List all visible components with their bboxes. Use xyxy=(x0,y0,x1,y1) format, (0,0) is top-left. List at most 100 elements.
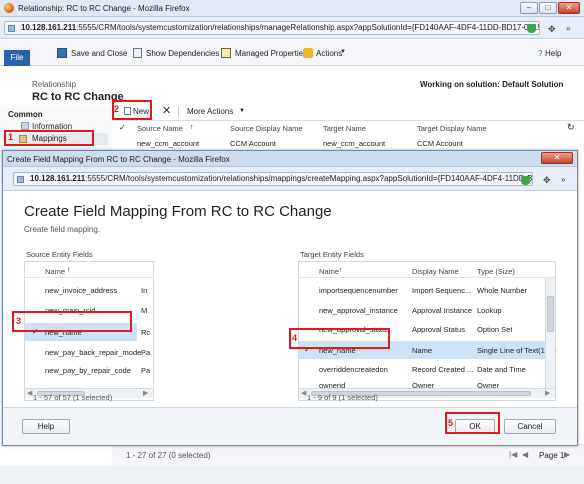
show-dependencies-button[interactable]: Show Dependencies xyxy=(146,49,219,58)
outer-url-path: :5555/CRM/tools/systemcustomization/rela… xyxy=(76,23,540,32)
menu-arrow-icon[interactable]: » xyxy=(566,24,570,33)
col-source-name[interactable]: Source Name xyxy=(137,124,183,133)
save-close-button[interactable]: Save and Close xyxy=(71,49,127,58)
source-header-divider xyxy=(25,277,153,278)
outer-grid-status: 1 - 27 of 27 (0 selected) xyxy=(126,451,211,460)
list-item[interactable]: overriddencreatedon xyxy=(319,365,388,374)
select-all-check-icon[interactable]: ✓ xyxy=(119,123,126,132)
source-status: 1 - 57 of 57 (1 selected) xyxy=(33,393,113,402)
target-col-display[interactable]: Display Name xyxy=(412,267,459,276)
list-item-display: Record Created ... xyxy=(412,365,474,374)
dialog-subheading: Create field mapping. xyxy=(24,225,101,234)
list-item-type: Option Set xyxy=(477,325,513,334)
minimize-button[interactable]: – xyxy=(520,2,538,14)
dialog-page-icon xyxy=(17,176,24,183)
delete-icon[interactable]: ✕ xyxy=(162,104,171,117)
grid-toolbar: New ✕ More Actions ▼ xyxy=(112,103,584,120)
list-item-extra: Pa xyxy=(141,366,151,375)
toolbar-divider xyxy=(178,106,179,117)
more-actions-menu[interactable]: More Actions xyxy=(187,107,233,116)
maximize-button[interactable]: □ xyxy=(539,2,557,14)
source-panel-title: Source Entity Fields xyxy=(26,250,93,259)
list-item[interactable]: new_approval_instance xyxy=(319,306,398,315)
target-vscroll[interactable] xyxy=(545,278,555,388)
page-icon xyxy=(8,25,15,32)
help-menu[interactable]: Help xyxy=(545,49,561,58)
managed-props-icon xyxy=(221,48,231,58)
help-button[interactable]: Help xyxy=(22,419,70,434)
addon-icon[interactable]: ✥ xyxy=(548,24,556,35)
dialog-heading: Create Field Mapping From RC to RC Chang… xyxy=(24,203,332,220)
solution-label: Working on solution: Default Solution xyxy=(420,80,564,89)
dialog-close-button[interactable]: ✕ xyxy=(541,152,573,164)
outer-bottom-strip xyxy=(0,466,584,484)
prev-page-icon[interactable]: ◀ xyxy=(522,450,528,459)
list-item[interactable]: new_invoice_address xyxy=(45,286,117,295)
outer-url-bar[interactable]: 10.128.161.211:5555/CRM/tools/systemcust… xyxy=(4,21,540,35)
actions-chevron-icon: ▼ xyxy=(340,49,346,55)
source-col-name[interactable]: Name xyxy=(45,267,65,276)
dialog-url-bar[interactable]: 10.128.161.211:5555/CRM/tools/systemcust… xyxy=(13,172,533,186)
outer-title-bar: Relationship: RC to RC Change - Mozilla … xyxy=(0,0,584,17)
dependencies-icon xyxy=(133,48,142,58)
first-page-icon[interactable]: |◀ xyxy=(509,450,517,459)
managed-properties-button[interactable]: Managed Properties xyxy=(235,49,307,58)
scroll-right-icon[interactable]: ▶ xyxy=(143,389,148,397)
list-item-type: Whole Number xyxy=(477,286,528,295)
entity-title: RC to RC Change xyxy=(32,91,124,103)
dialog-addon-icon[interactable]: ✥ xyxy=(543,175,551,186)
target-col-name[interactable]: Name xyxy=(319,267,339,276)
target-sort-up-icon: ↑ xyxy=(339,267,343,274)
list-item[interactable]: new_pay_back_repair_mode xyxy=(45,348,141,357)
list-item-type: Date and Time xyxy=(477,365,526,374)
col-source-display[interactable]: Source Display Name xyxy=(230,124,303,133)
page-label: Page 1 xyxy=(539,451,565,460)
firefox-icon xyxy=(4,3,14,13)
list-item-display: Owner xyxy=(412,381,435,388)
list-item[interactable]: new_pay_by_repair_code xyxy=(45,366,131,375)
close-button[interactable]: ✕ xyxy=(558,2,580,14)
shield-icon xyxy=(527,24,536,33)
dialog-menu-arrow-icon[interactable]: » xyxy=(561,175,565,184)
dialog-url-host: 10.128.161.211 xyxy=(30,174,86,183)
list-item-display: Approval Status xyxy=(412,325,465,334)
annotation-step-2: 2 xyxy=(114,104,120,114)
list-item-display: Approval Instance xyxy=(412,306,473,315)
target-header-divider xyxy=(299,277,555,278)
actions-menu[interactable]: Actions xyxy=(316,49,342,58)
list-item-type: Owner xyxy=(477,381,500,388)
annotation-box-ok xyxy=(445,412,500,434)
list-item-extra: Pa xyxy=(141,348,151,357)
target-col-type[interactable]: Type (Size) xyxy=(477,267,515,276)
target-scroll-left-icon[interactable]: ◀ xyxy=(301,389,306,397)
table-row[interactable]: new_ccm_account xyxy=(137,139,199,148)
outer-address-row: 10.128.161.211:5555/CRM/tools/systemcust… xyxy=(0,17,584,39)
cancel-button[interactable]: Cancel xyxy=(504,419,556,434)
target-panel-title: Target Entity Fields xyxy=(300,250,364,259)
next-page-icon[interactable]: ▶ xyxy=(564,450,570,459)
actions-icon xyxy=(303,48,313,58)
more-actions-chevron-icon: ▼ xyxy=(239,108,245,114)
list-item-display: Name xyxy=(412,346,433,355)
target-scroll-right-icon[interactable]: ▶ xyxy=(545,389,550,397)
list-item-display: Import Sequenc... xyxy=(412,286,472,295)
list-item-type: Single Line of Text(100) xyxy=(477,346,556,355)
file-tab[interactable]: File xyxy=(4,50,30,66)
col-target-name[interactable]: Target Name xyxy=(323,124,366,133)
list-item[interactable]: ownerid xyxy=(319,381,345,388)
scroll-left-icon[interactable]: ◀ xyxy=(27,389,32,397)
refresh-icon[interactable]: ↻ xyxy=(567,122,575,133)
outer-grid-footer: 1 - 27 of 27 (0 selected) |◀ ◀ Page 1 ▶ xyxy=(112,444,584,466)
col-target-display[interactable]: Target Display Name xyxy=(417,124,487,133)
table-cell: CCM Account xyxy=(230,139,276,148)
dialog-shield-icon xyxy=(521,176,530,185)
outer-window-title: Relationship: RC to RC Change - Mozilla … xyxy=(18,4,190,13)
annotation-step-1: 1 xyxy=(8,132,14,142)
dialog-window-title: Create Field Mapping From RC to RC Chang… xyxy=(7,155,230,164)
annotation-step-4: 4 xyxy=(292,333,298,343)
target-status: 1 - 9 of 9 (1 selected) xyxy=(307,393,378,402)
annotation-step-3: 3 xyxy=(16,316,22,326)
list-item[interactable]: importsequencenumber xyxy=(319,286,398,295)
target-vscroll-thumb[interactable] xyxy=(547,296,554,332)
list-item-extra: Rc xyxy=(141,328,151,337)
